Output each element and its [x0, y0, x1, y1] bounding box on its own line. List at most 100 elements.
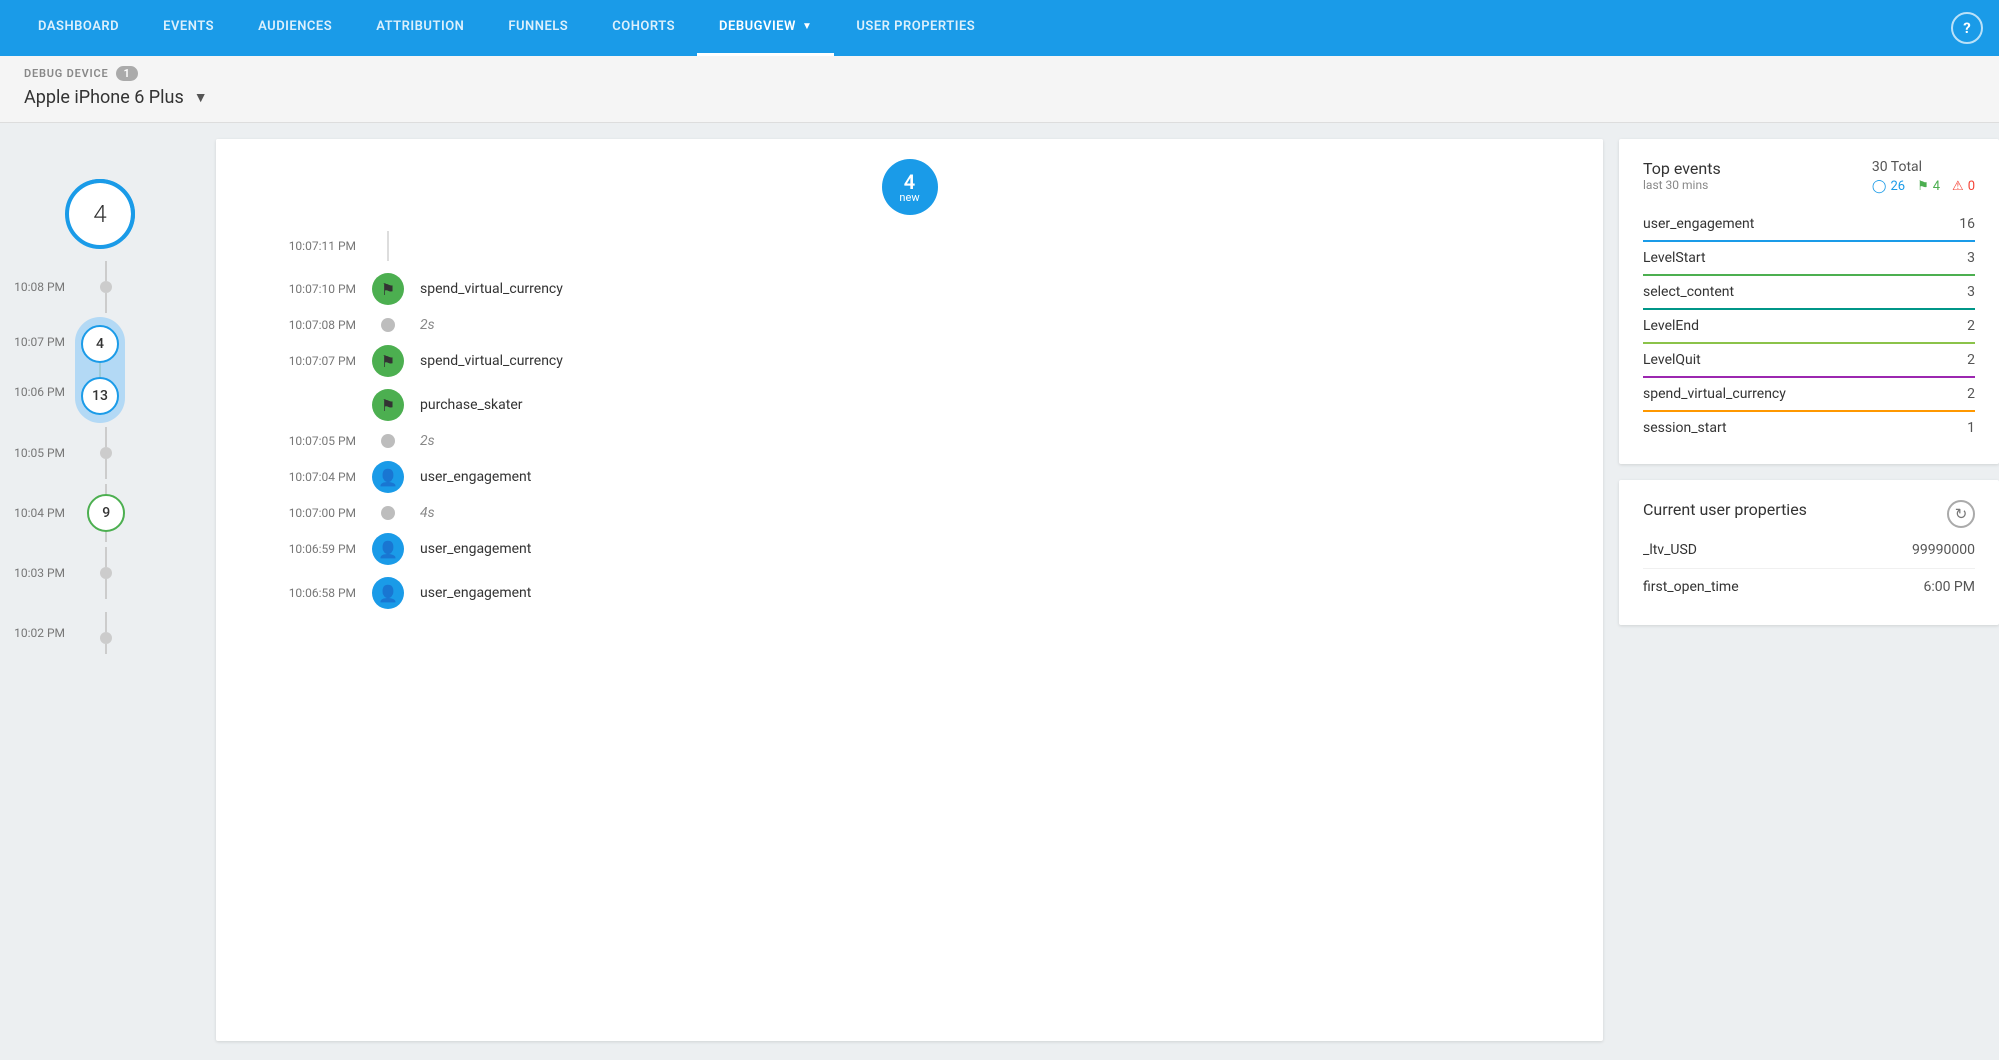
event-time: 10:07:08 PM	[236, 318, 356, 332]
prop-value: 6:00 PM	[1923, 579, 1975, 595]
stat-name: session_start	[1643, 420, 1727, 436]
event-row[interactable]: 10:07:10 PM ⚑ spend_virtual_currency	[236, 267, 1583, 311]
event-gap-label: 2s	[420, 433, 435, 449]
stat-count: 2	[1967, 352, 1975, 368]
time-1004: 10:04 PM	[0, 506, 75, 520]
person-icon: 👤	[378, 468, 398, 487]
nav-cohorts[interactable]: COHORTS	[590, 0, 697, 56]
stat-count: 2	[1967, 318, 1975, 334]
prop-row-first-open: first_open_time 6:00 PM	[1643, 569, 1975, 605]
person-icon: 👤	[378, 540, 398, 559]
nav-user-properties[interactable]: USER PROPERTIES	[834, 0, 997, 56]
event-icon-gray	[381, 434, 395, 448]
top-events-title: Top events	[1643, 159, 1721, 178]
event-row: 10:07:11 PM	[236, 225, 1583, 267]
device-selector[interactable]: Apple iPhone 6 Plus ▼	[24, 87, 1975, 108]
event-icon-green: ⚑	[372, 389, 404, 421]
tl-dot-1008	[100, 281, 112, 293]
event-time: 10:07:11 PM	[236, 239, 356, 253]
stat-name: LevelStart	[1643, 250, 1706, 266]
history-icon[interactable]: ↻	[1947, 500, 1975, 528]
user-properties-card: Current user properties ↻ _ltv_USD 99990…	[1619, 480, 1999, 625]
event-icon-green: ⚑	[372, 345, 404, 377]
tl-dot-1002	[100, 632, 112, 644]
device-name: Apple iPhone 6 Plus	[24, 87, 184, 108]
event-name: user_engagement	[420, 469, 531, 485]
event-row[interactable]: ⚑ purchase_skater	[236, 383, 1583, 427]
count-red: ⚠ 0	[1952, 179, 1975, 194]
new-badge: 4 new	[882, 159, 938, 215]
stat-count: 2	[1967, 386, 1975, 402]
event-time: 10:07:10 PM	[236, 282, 356, 296]
device-dropdown-arrow: ▼	[194, 89, 208, 106]
event-time: 10:06:59 PM	[236, 542, 356, 556]
user-properties-list: _ltv_USD 99990000 first_open_time 6:00 P…	[1643, 532, 1975, 605]
stat-row-levelend[interactable]: LevelEnd 2	[1643, 310, 1975, 344]
stat-name: spend_virtual_currency	[1643, 386, 1786, 402]
stat-name: LevelEnd	[1643, 318, 1699, 334]
event-row[interactable]: 10:06:58 PM 👤 user_engagement	[236, 571, 1583, 615]
count-green: ⚑ 4	[1917, 179, 1940, 194]
error-circle-icon: ⚠	[1952, 179, 1964, 194]
event-icon-blue: 👤	[372, 461, 404, 493]
time-1002: 10:02 PM	[0, 626, 75, 640]
stat-count: 16	[1959, 216, 1975, 232]
stat-row-levelquit[interactable]: LevelQuit 2	[1643, 344, 1975, 378]
event-name: spend_virtual_currency	[420, 281, 563, 297]
stat-row-select-content[interactable]: select_content 3	[1643, 276, 1975, 310]
tl-dot-1005	[100, 447, 112, 459]
tl-dot-1003	[100, 567, 112, 579]
event-time: 10:07:07 PM	[236, 354, 356, 368]
prop-row-ltv: _ltv_USD 99990000	[1643, 532, 1975, 569]
event-row[interactable]: 10:06:59 PM 👤 user_engagement	[236, 527, 1583, 571]
stat-row-levelstart[interactable]: LevelStart 3	[1643, 242, 1975, 276]
panel-header: Current user properties ↻	[1643, 500, 1975, 528]
center-top: 4 new	[216, 139, 1603, 225]
event-time: 10:07:04 PM	[236, 470, 356, 484]
nav-attribution[interactable]: ATTRIBUTION	[354, 0, 486, 56]
nav-events[interactable]: EVENTS	[141, 0, 236, 56]
time-1006: 10:06 PM	[0, 367, 75, 417]
stat-name: user_engagement	[1643, 216, 1754, 232]
event-time: 10:07:00 PM	[236, 506, 356, 520]
prop-value: 99990000	[1912, 542, 1975, 558]
stat-row-user-engagement[interactable]: user_engagement 16	[1643, 208, 1975, 242]
user-properties-title: Current user properties	[1643, 500, 1807, 519]
stat-row-spend-virtual-currency[interactable]: spend_virtual_currency 2	[1643, 378, 1975, 412]
event-icon-green: ⚑	[372, 273, 404, 305]
stat-count: 3	[1967, 250, 1975, 266]
event-name: user_engagement	[420, 585, 531, 601]
nav-debugview[interactable]: DEBUGVIEW ▼	[697, 0, 834, 56]
nav-audiences[interactable]: AUDIENCES	[236, 0, 354, 56]
time-1007: 10:07 PM	[0, 317, 75, 367]
prop-name: first_open_time	[1643, 579, 1739, 595]
event-row-gap: 10:07:05 PM 2s	[236, 427, 1583, 455]
event-row[interactable]: 10:07:04 PM 👤 user_engagement	[236, 455, 1583, 499]
nav-funnels[interactable]: FUNNELS	[486, 0, 590, 56]
event-name: user_engagement	[420, 541, 531, 557]
event-stats-list: user_engagement 16 LevelStart 3 select_c…	[1643, 208, 1975, 444]
tl-node-9: 9	[87, 494, 125, 532]
stat-count: 3	[1967, 284, 1975, 300]
center-panel: 4 new 10:07:11 PM 10:07:10 PM ⚑	[216, 139, 1603, 1041]
stat-name: select_content	[1643, 284, 1734, 300]
nav-dashboard[interactable]: DASHBOARD	[16, 0, 141, 56]
tl-node-4: 4	[81, 325, 119, 363]
event-time: 10:07:05 PM	[236, 434, 356, 448]
event-icon-gray	[381, 506, 395, 520]
right-panel: Top events last 30 mins 30 Total ◯ 26 ⚑ …	[1619, 139, 1999, 1041]
help-button[interactable]: ?	[1951, 12, 1983, 44]
stat-row-session-start[interactable]: session_start 1	[1643, 412, 1975, 444]
event-row-gap: 10:07:00 PM 4s	[236, 499, 1583, 527]
timeline-sidebar: 4 10:08 PM 10:07 PM 10:06 PM	[0, 139, 200, 1041]
event-row[interactable]: 10:07:07 PM ⚑ spend_virtual_currency	[236, 339, 1583, 383]
person-icon: 👤	[378, 584, 398, 603]
icon-counts: ◯ 26 ⚑ 4 ⚠ 0	[1872, 179, 1975, 194]
main-layout: 4 10:08 PM 10:07 PM 10:06 PM	[0, 123, 1999, 1057]
debug-device-label: DEBUG DEVICE 1	[24, 66, 1975, 81]
debug-badge: 1	[116, 66, 137, 81]
flag-icon: ⚑	[381, 396, 395, 415]
event-gap-label: 2s	[420, 317, 435, 333]
top-events-subtitle: last 30 mins	[1643, 178, 1721, 192]
event-name: spend_virtual_currency	[420, 353, 563, 369]
